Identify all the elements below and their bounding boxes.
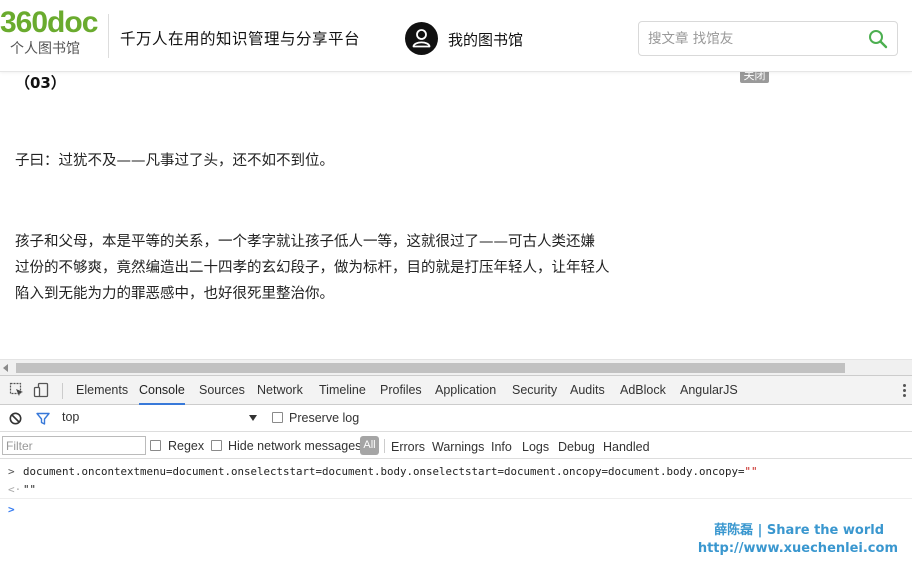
level-all-button[interactable]: All bbox=[360, 436, 379, 455]
logo-subtitle: 个人图书馆 bbox=[10, 41, 80, 57]
scrollbar-thumb[interactable] bbox=[16, 363, 845, 373]
watermark-url: http://www.xuechenlei.com bbox=[697, 541, 898, 556]
console-code: document.oncontextmenu=document.onselect… bbox=[23, 463, 758, 481]
clear-console-icon[interactable] bbox=[9, 412, 22, 425]
article-paragraph: 孩子和父母，本是平等的关系，一个孝字就让孩子低人一等，这就很过了——可古人类还嫌… bbox=[15, 229, 685, 307]
devtools-tabbar: Elements Console Sources Network Timelin… bbox=[0, 376, 912, 405]
console-prompt-line[interactable]: > bbox=[0, 501, 912, 519]
tab-security[interactable]: Security bbox=[512, 376, 557, 405]
level-warnings[interactable]: Warnings bbox=[432, 440, 484, 454]
console-cursor-prompt-icon: > bbox=[8, 503, 15, 516]
filter-input[interactable] bbox=[2, 436, 146, 455]
preserve-log-label: Preserve log bbox=[289, 411, 360, 425]
article-paragraph: 子曰：过犹不及——凡事过了头，还不如不到位。 bbox=[15, 153, 334, 169]
paragraph-line: 过份的不够爽，竟然编造出二十四孝的玄幻段子，做为标杆，目的就是打压年轻人，让年轻… bbox=[15, 260, 610, 276]
horizontal-scrollbar[interactable] bbox=[0, 359, 912, 375]
site-slogan: 千万人在用的知识管理与分享平台 bbox=[120, 30, 361, 48]
preserve-log-checkbox[interactable] bbox=[272, 412, 283, 423]
watermark-author: 薛陈磊 | Share the world bbox=[714, 523, 884, 538]
paragraph-line: 陷入到无能为力的罪恶感中，也好很死里整治你。 bbox=[15, 286, 334, 302]
tab-timeline[interactable]: Timeline bbox=[319, 376, 366, 405]
search-box bbox=[638, 21, 898, 56]
filter-icon[interactable] bbox=[36, 412, 50, 425]
console-output-line: <· "" bbox=[0, 481, 912, 499]
input-prompt-icon: > bbox=[8, 465, 15, 478]
tab-elements[interactable]: Elements bbox=[76, 376, 128, 405]
logo[interactable]: 360doc 个人图书馆 bbox=[0, 6, 100, 58]
console-result: "" bbox=[23, 483, 37, 496]
hide-network-label: Hide network messages bbox=[228, 439, 362, 453]
site-header: 360doc 个人图书馆 千万人在用的知识管理与分享平台 我的图书馆 bbox=[0, 0, 912, 72]
regex-label: Regex bbox=[168, 439, 205, 453]
user-avatar-icon[interactable] bbox=[405, 22, 438, 55]
hide-network-checkbox[interactable] bbox=[211, 440, 222, 451]
watermark: 薛陈磊 | Share the world http://www.xuechen… bbox=[690, 522, 910, 558]
console-context-bar: top Preserve log bbox=[0, 405, 912, 432]
header-divider bbox=[108, 14, 109, 58]
tab-adblock[interactable]: AdBlock bbox=[620, 376, 666, 405]
regex-checkbox[interactable] bbox=[150, 440, 161, 451]
level-handled[interactable]: Handled bbox=[603, 440, 650, 454]
tab-sources[interactable]: Sources bbox=[199, 376, 245, 405]
level-info[interactable]: Info bbox=[491, 440, 512, 454]
logo-text: 360doc bbox=[0, 6, 98, 39]
scroll-left-arrow-icon[interactable] bbox=[3, 364, 8, 372]
console-input-line: > document.oncontextmenu=document.onsele… bbox=[0, 463, 912, 481]
article-content: （03） 关闭 子曰：过犹不及——凡事过了头，还不如不到位。 孩子和父母，本是平… bbox=[0, 72, 912, 362]
context-selector[interactable]: top bbox=[62, 410, 79, 424]
tab-console[interactable]: Console bbox=[139, 376, 185, 405]
inspect-element-icon[interactable] bbox=[9, 382, 25, 398]
tab-application[interactable]: Application bbox=[435, 376, 496, 405]
tab-audits[interactable]: Audits bbox=[570, 376, 605, 405]
console-filter-bar: Regex Hide network messages All Errors W… bbox=[0, 432, 912, 459]
search-icon[interactable] bbox=[868, 29, 888, 49]
search-input[interactable] bbox=[639, 22, 859, 55]
output-prompt-icon: <· bbox=[8, 483, 22, 496]
more-options-icon[interactable] bbox=[903, 384, 907, 398]
level-errors[interactable]: Errors bbox=[391, 440, 425, 454]
level-debug[interactable]: Debug bbox=[558, 440, 595, 454]
close-button[interactable]: 关闭 bbox=[740, 72, 769, 83]
my-library-link[interactable]: 我的图书馆 bbox=[448, 29, 523, 50]
tab-angularjs[interactable]: AngularJS bbox=[680, 376, 738, 405]
tab-profiles[interactable]: Profiles bbox=[380, 376, 422, 405]
level-logs[interactable]: Logs bbox=[522, 440, 549, 454]
console-string: "" bbox=[744, 465, 758, 478]
toolbar-divider bbox=[62, 383, 63, 399]
tab-network[interactable]: Network bbox=[257, 376, 303, 405]
console-command: document.oncontextmenu=document.onselect… bbox=[23, 465, 745, 478]
paragraph-line: 孩子和父母，本是平等的关系，一个孝字就让孩子低人一等，这就很过了——可古人类还嫌 bbox=[15, 234, 595, 250]
chevron-down-icon[interactable] bbox=[249, 415, 257, 421]
level-divider bbox=[384, 439, 385, 453]
device-toolbar-icon[interactable] bbox=[33, 382, 49, 398]
section-heading: （03） bbox=[15, 74, 66, 92]
